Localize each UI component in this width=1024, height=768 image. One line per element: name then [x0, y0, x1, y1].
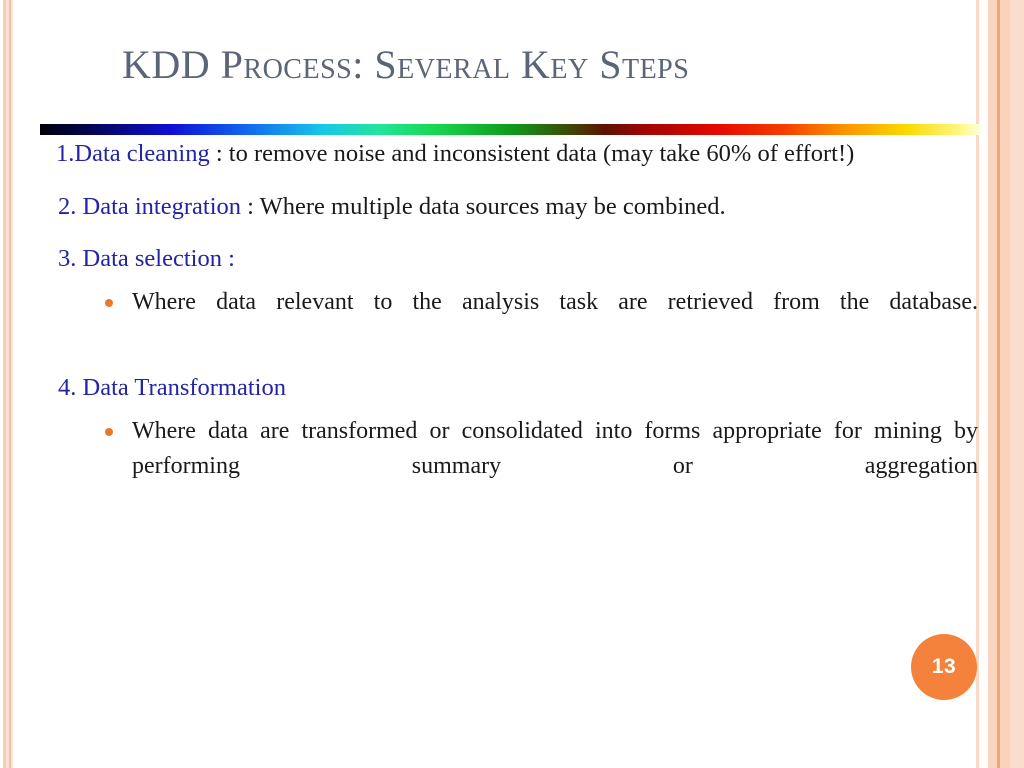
slide: KDD Process: Several Key Steps 1.Data cl…: [0, 0, 1024, 768]
left-edge-stripe-2: [6, 0, 9, 768]
list-item-lead: 3. Data selection :: [58, 245, 235, 272]
right-edge-stripe-6: [1010, 0, 1024, 768]
sub-list-item: Where data relevant to the analysis task…: [105, 285, 978, 355]
page-number-badge: 13: [911, 634, 977, 700]
left-edge-stripe-3: [9, 0, 11, 768]
rainbow-divider-rule: [40, 124, 982, 135]
sub-list-item-text: Where data relevant to the analysis task…: [132, 289, 978, 315]
bullet-dot-icon: [105, 299, 113, 307]
left-edge-stripe-4: [11, 0, 13, 768]
left-edge-stripe-1: [3, 0, 6, 768]
list-item-text: : Where multiple data sources may be com…: [241, 193, 726, 220]
list-item: 1.Data cleaning : to remove noise and in…: [40, 135, 982, 172]
right-edge-stripe-4: [997, 0, 1000, 768]
list-item: 3. Data selection :: [40, 240, 982, 277]
sub-list-item-text: Where data are transformed or consolidat…: [132, 418, 978, 479]
list-item: 4. Data Transformation: [40, 369, 982, 406]
page-title: KDD Process: Several Key Steps: [122, 42, 690, 87]
list-item: 2. Data integration : Where multiple dat…: [40, 188, 982, 225]
list-item-lead: 2. Data integration: [58, 193, 242, 220]
slide-body: 1.Data cleaning : to remove noise and in…: [40, 135, 982, 523]
right-edge-stripe-5: [1000, 0, 1010, 768]
bullet-dot-icon: [105, 428, 113, 436]
sub-list-item: Where data are transformed or consolidat…: [105, 414, 978, 519]
list-item-lead: 4. Data Transformation: [58, 374, 286, 401]
list-item-lead: 1.Data cleaning: [56, 140, 210, 167]
right-edge-stripe-3: [988, 0, 997, 768]
list-item-text: : to remove noise and inconsistent data …: [209, 140, 855, 167]
